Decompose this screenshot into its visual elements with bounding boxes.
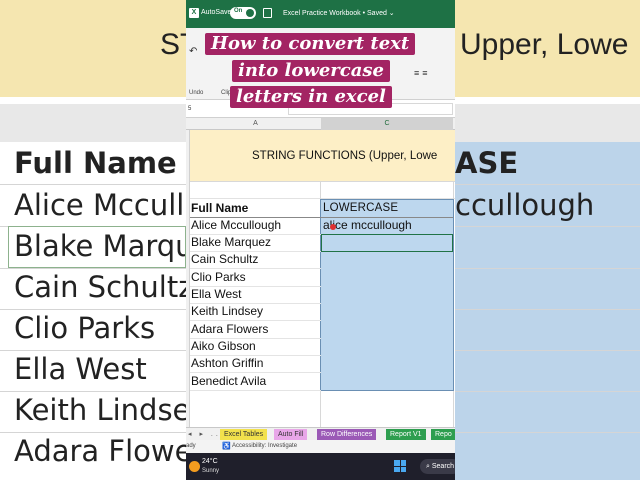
background-header-right: ASE bbox=[455, 146, 519, 180]
windows-start-icon[interactable] bbox=[394, 460, 406, 472]
name-cell[interactable]: Ashton Griffin bbox=[191, 355, 263, 372]
title-bar: X AutoSave On Excel Practice Workbook • … bbox=[186, 0, 455, 28]
row-rule bbox=[190, 268, 321, 269]
background-header-left: Full Name bbox=[14, 146, 177, 180]
tab-report-v1[interactable]: Report V1 bbox=[386, 429, 426, 440]
mouse-cursor-icon bbox=[330, 224, 336, 230]
name-cell[interactable]: Keith Lindsey bbox=[191, 303, 263, 320]
empty-row[interactable] bbox=[190, 183, 455, 199]
row-rule bbox=[190, 355, 321, 356]
row-rule bbox=[190, 372, 321, 373]
background-row: Clio Parks bbox=[14, 311, 156, 345]
tab-excel-tables[interactable]: Excel Tables bbox=[220, 429, 268, 440]
weather-temperature[interactable]: 24°C bbox=[202, 458, 218, 465]
lowercase-result-cell[interactable]: alice mccullough bbox=[323, 217, 412, 234]
background-row: Adara Flowe bbox=[14, 434, 193, 468]
sun-icon[interactable] bbox=[189, 461, 200, 472]
column-header-c[interactable]: C bbox=[321, 118, 453, 130]
caption-line: How to convert text bbox=[205, 33, 416, 55]
toggle-knob bbox=[246, 9, 254, 17]
row-rule bbox=[190, 251, 321, 252]
alignment-icons[interactable]: ≡≡ bbox=[414, 68, 431, 78]
active-cell[interactable] bbox=[321, 234, 453, 252]
row-rule bbox=[190, 234, 321, 235]
autosave-label: AutoSave bbox=[201, 9, 232, 16]
background-title-right: Upper, Lowe bbox=[460, 28, 629, 61]
column-header-a[interactable]: A bbox=[190, 120, 321, 127]
column-headers: A C bbox=[186, 118, 455, 130]
status-ready: ady bbox=[186, 443, 196, 449]
header-lowercase[interactable]: LOWERCASE bbox=[323, 200, 398, 217]
name-cell[interactable]: Ella West bbox=[191, 286, 241, 303]
name-cell[interactable]: Blake Marquez bbox=[191, 234, 271, 251]
row-rule bbox=[190, 338, 321, 339]
background-row: Keith Lindse bbox=[14, 393, 191, 427]
windows-taskbar: 24°C Sunny ⌕ Search bbox=[186, 453, 455, 480]
tab-row-differences[interactable]: Row Differences bbox=[317, 429, 377, 440]
background-row: Cain Schultz bbox=[14, 270, 194, 304]
name-box[interactable]: 5 bbox=[186, 103, 206, 115]
accessibility-icon[interactable]: ♿ bbox=[222, 442, 231, 450]
name-cell[interactable]: Benedict Avila bbox=[191, 373, 266, 390]
name-cell[interactable]: Alice Mccullough bbox=[191, 217, 281, 234]
title-banner[interactable]: STRING FUNCTIONS (Upper, Lowe bbox=[190, 130, 455, 182]
status-bar: ady ♿ Accessibility: Investigate bbox=[186, 440, 455, 453]
name-cell[interactable]: Aiko Gibson bbox=[191, 338, 256, 355]
caption-line: letters in excel bbox=[230, 86, 392, 108]
undo-icon[interactable]: ↶ bbox=[189, 46, 197, 57]
taskbar-search[interactable]: ⌕ Search bbox=[420, 459, 455, 474]
sheet-tabs-bar: ◂ ▸ ... Excel Tables Auto Fill Row Diffe… bbox=[186, 427, 455, 440]
row-rule bbox=[190, 320, 321, 321]
weather-condition[interactable]: Sunny bbox=[202, 468, 219, 474]
background-row: Ella West bbox=[14, 352, 147, 386]
background-active-row bbox=[8, 226, 186, 268]
accessibility-status[interactable]: Accessibility: Investigate bbox=[232, 443, 297, 449]
row-rule bbox=[190, 286, 321, 287]
background-row-right: ccullough bbox=[455, 188, 595, 222]
document-title[interactable]: Excel Practice Workbook • Saved ⌄ bbox=[283, 9, 395, 17]
row-rule bbox=[190, 390, 321, 391]
save-icon[interactable] bbox=[263, 8, 272, 18]
tab-auto-fill[interactable]: Auto Fill bbox=[274, 429, 308, 440]
tab-report[interactable]: Repo bbox=[431, 429, 455, 440]
caption-line: into lowercase bbox=[232, 60, 390, 82]
autosave-toggle[interactable]: On bbox=[230, 7, 256, 19]
autosave-state: On bbox=[234, 8, 243, 14]
header-full-name[interactable]: Full Name bbox=[191, 200, 248, 217]
banner-title: STRING FUNCTIONS (Upper, Lowe bbox=[252, 150, 438, 162]
name-cell[interactable]: Clio Parks bbox=[191, 269, 246, 286]
background-row: Alice Mccullo bbox=[14, 188, 203, 222]
excel-logo-icon: X bbox=[189, 8, 199, 18]
worksheet-grid[interactable]: STRING FUNCTIONS (Upper, Lowe Full Name … bbox=[186, 130, 455, 427]
name-cell[interactable]: Adara Flowers bbox=[191, 321, 268, 338]
row-rule bbox=[190, 303, 321, 304]
undo-group-label: Undo bbox=[189, 90, 204, 96]
name-cell[interactable]: Cain Schultz bbox=[191, 251, 258, 268]
